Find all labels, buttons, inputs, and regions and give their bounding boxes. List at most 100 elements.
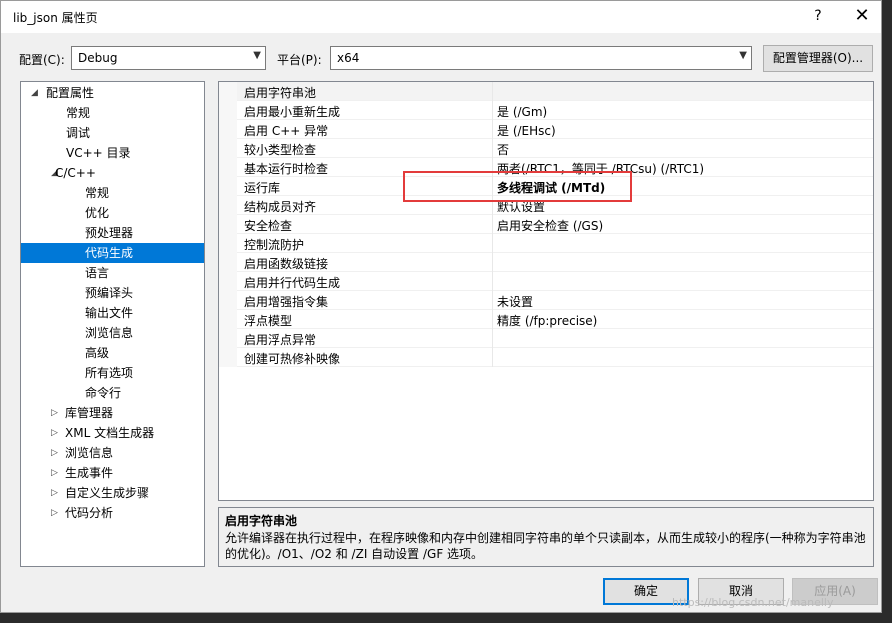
property-row[interactable]: 启用浮点异常 (219, 329, 873, 348)
row-gutter (219, 215, 237, 234)
tree-item[interactable]: ▷ 库管理器 (21, 403, 204, 423)
property-name: 启用浮点异常 (244, 333, 317, 347)
help-button[interactable]: ? (795, 1, 841, 33)
tree-item-label: 库管理器 (65, 406, 114, 420)
expand-arrow-icon[interactable]: ▷ (51, 503, 58, 523)
tree-item-label: 输出文件 (85, 306, 134, 320)
tree-item[interactable]: VC++ 目录 (21, 143, 204, 163)
column-divider (492, 82, 493, 101)
configuration-dropdown[interactable]: Debug ▼ (71, 46, 266, 70)
tree-item[interactable]: 常规 (21, 103, 204, 123)
property-name: 启用 C++ 异常 (244, 124, 329, 138)
property-value[interactable]: 是 (/Gm) (497, 103, 547, 120)
property-value[interactable]: 未设置 (497, 293, 533, 310)
tree-item[interactable]: ▷ 浏览信息 (21, 443, 204, 463)
property-name: 启用字符串池 (244, 86, 317, 100)
property-grid[interactable]: 启用字符串池 启用最小重新生成是 (/Gm) 启用 C++ 异常是 (/EHsc) 较… (218, 81, 874, 501)
property-value[interactable]: 精度 (/fp:precise) (497, 312, 597, 329)
platform-label: 平台(P): (277, 53, 322, 67)
property-name: 较小类型检查 (244, 143, 317, 157)
configuration-value: Debug (78, 51, 118, 65)
property-row[interactable]: 启用增强指令集 未设置 (219, 291, 873, 310)
property-name: 安全检查 (244, 219, 293, 233)
tree-item[interactable]: ▷ XML 文档生成器 (21, 423, 204, 443)
property-row[interactable]: 控制流防护 (219, 234, 873, 253)
description-text: 允许编译器在执行过程中，在程序映像和内存中创建相同字符串的单个只读副本，从而生成… (225, 531, 866, 561)
row-gutter (219, 139, 237, 158)
tree-item[interactable]: ▷ 自定义生成步骤 (21, 483, 204, 503)
configuration-manager-button[interactable]: 配置管理器(O)... (763, 45, 873, 72)
tree-item[interactable]: 浏览信息 (21, 323, 204, 343)
property-name: 基本运行时检查 (244, 162, 329, 176)
platform-dropdown[interactable]: x64 ▼ (330, 46, 752, 70)
property-name: 浮点模型 (244, 314, 293, 328)
property-row[interactable]: 启用并行代码生成 (219, 272, 873, 291)
column-divider (492, 139, 493, 158)
column-divider (492, 348, 493, 367)
property-row[interactable]: 启用最小重新生成 是 (/Gm) (219, 101, 873, 120)
expand-arrow-icon[interactable]: ▷ (51, 443, 58, 463)
tree-item[interactable]: 优化 (21, 203, 204, 223)
property-value[interactable]: 启用安全检查 (/GS) (497, 217, 603, 234)
collapse-arrow-icon[interactable]: ◢ (31, 83, 38, 103)
row-gutter (219, 101, 237, 120)
property-row[interactable]: 创建可热修补映像 (219, 348, 873, 367)
configuration-label: 配置(C): (19, 53, 65, 67)
column-divider (492, 120, 493, 139)
tree-item[interactable]: 预处理器 (21, 223, 204, 243)
tree-item[interactable]: 高级 (21, 343, 204, 363)
row-gutter (219, 82, 237, 101)
tree-item-label: 语言 (85, 266, 110, 280)
property-row[interactable]: 较小类型检查 否 (219, 139, 873, 158)
property-row[interactable]: 安全检查 启用安全检查 (/GS) (219, 215, 873, 234)
property-name: 运行库 (244, 181, 281, 195)
tree-item[interactable]: 语言 (21, 263, 204, 283)
tree-item-label: 配置属性 (46, 86, 95, 100)
tree-item[interactable]: 预编译头 (21, 283, 204, 303)
row-gutter (219, 272, 237, 291)
tree-item[interactable]: ▷ 生成事件 (21, 463, 204, 483)
property-name: 启用增强指令集 (244, 295, 329, 309)
tree-item[interactable]: 命令行 (21, 383, 204, 403)
tree-item-label: 浏览信息 (65, 446, 114, 460)
tree-item-label: 代码分析 (65, 506, 114, 520)
tree-item[interactable]: ◢ 配置属性 (21, 83, 204, 103)
tree-item[interactable]: ◢ C/C++ (21, 163, 204, 183)
tree-item[interactable]: ▷ 代码分析 (21, 503, 204, 523)
column-divider (492, 272, 493, 291)
tree-item[interactable]: 调试 (21, 123, 204, 143)
row-gutter (219, 310, 237, 329)
property-row[interactable]: 启用 C++ 异常 是 (/EHsc) (219, 120, 873, 139)
title-bar: lib_json 属性页 ? ✕ (1, 1, 881, 33)
tree-item[interactable]: 所有选项 (21, 363, 204, 383)
row-gutter (219, 120, 237, 139)
column-divider (492, 329, 493, 348)
tree-item-label: 浏览信息 (85, 326, 134, 340)
tree-item-label: 代码生成 (85, 246, 134, 260)
chevron-down-icon: ▼ (253, 50, 261, 61)
expand-arrow-icon[interactable]: ▷ (51, 463, 58, 483)
property-row[interactable]: 启用函数级链接 (219, 253, 873, 272)
row-gutter (219, 329, 237, 348)
tree-item-label: 生成事件 (65, 466, 114, 480)
property-name: 启用函数级链接 (244, 257, 329, 271)
tree-item[interactable]: 代码生成 (21, 243, 204, 263)
tree-item[interactable]: 常规 (21, 183, 204, 203)
property-tree[interactable]: ◢ 配置属性 常规 调试 VC++ 目录 ◢ C/C++ 常规 优化 预处理器 代码生成 语言 预编译头… (20, 81, 205, 567)
property-name: 创建可热修补映像 (244, 352, 341, 366)
column-divider (492, 291, 493, 310)
property-value[interactable]: 否 (497, 141, 509, 158)
row-gutter (219, 291, 237, 310)
expand-arrow-icon[interactable]: ▷ (51, 403, 58, 423)
tree-item[interactable]: 输出文件 (21, 303, 204, 323)
row-gutter (219, 348, 237, 367)
platform-value: x64 (337, 51, 360, 65)
column-divider (492, 310, 493, 329)
property-value[interactable]: 是 (/EHsc) (497, 122, 556, 139)
close-button[interactable]: ✕ (839, 1, 885, 33)
expand-arrow-icon[interactable]: ▷ (51, 423, 58, 443)
property-row[interactable]: 浮点模型 精度 (/fp:precise) (219, 310, 873, 329)
tree-item-label: 常规 (85, 186, 110, 200)
property-row[interactable]: 启用字符串池 (219, 82, 873, 101)
expand-arrow-icon[interactable]: ▷ (51, 483, 58, 503)
